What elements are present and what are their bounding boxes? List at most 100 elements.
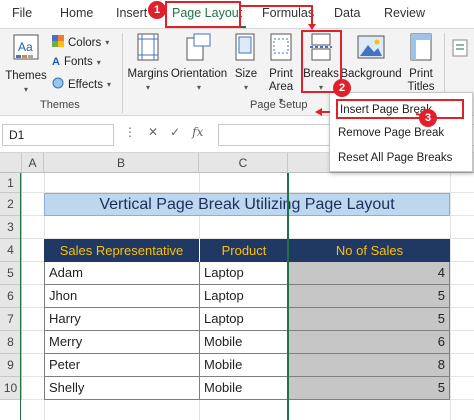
sales-rep-cell[interactable]: Peter [44,354,199,377]
reset-all-page-breaks-item[interactable]: Reset All Page Breaks [336,149,464,169]
background-button[interactable]: Background [340,33,402,81]
no-of-sales-cell[interactable]: 5 [288,377,450,400]
chevron-down-icon: ▾ [23,85,28,94]
colors-label: Colors [68,36,102,49]
product-cell[interactable]: Mobile [199,377,288,400]
orientation-label: Orientation [170,68,228,80]
print-titles-button[interactable]: Print Titles [402,33,440,94]
tab-insert[interactable]: Insert [116,6,147,20]
product-cell[interactable]: Laptop [199,285,288,308]
worksheet-grid: A B C D 12345678910 Vertical Page Break … [0,153,474,420]
formula-bar-icons: ⋮ ✕ ✓ fx [124,125,203,139]
tab-formulas[interactable]: Formulas [262,6,314,20]
colors-icon [52,35,64,50]
size-label: Size [234,68,258,80]
tab-data[interactable]: Data [334,6,360,20]
sales-rep-cell[interactable]: Adam [44,262,199,285]
themes-button[interactable]: Aa Themes ▾ [4,33,48,96]
chevron-down-icon: ▾ [96,57,101,67]
page-break-line [287,173,289,420]
chevron-down-icon: ▾ [145,83,150,92]
sales-rep-cell[interactable]: Shelly [44,377,199,400]
no-of-sales-cell[interactable]: 5 [288,285,450,308]
margins-label: Margins [127,68,169,80]
size-icon [230,33,262,65]
print-area-label: Print Area [268,68,294,93]
background-label: Background [340,68,402,80]
more-options-icon[interactable]: ⋮ [124,125,136,139]
tab-home[interactable]: Home [60,6,93,20]
effects-label: Effects [68,78,103,91]
column-header-b[interactable]: B [44,153,199,173]
format-icon[interactable] [452,39,468,60]
orientation-button[interactable]: Orientation ▾ [170,33,228,94]
callout-badge-3: 3 [419,109,437,127]
chevron-down-icon: ▾ [105,38,110,47]
fonts-label: Fonts [63,56,93,68]
page-layout-highlight [165,1,241,28]
row-header[interactable]: 7 [0,308,22,331]
row-header[interactable]: 10 [0,377,22,400]
svg-text:Aa: Aa [18,40,33,54]
no-of-sales-cell[interactable]: 6 [288,331,450,354]
tab-file[interactable]: File [12,6,32,20]
row-header[interactable]: 5 [0,262,22,285]
effects-icon [52,77,64,92]
no-of-sales-cell[interactable]: 5 [288,308,450,331]
breaks-menu: Insert Page Break Remove Page Break Rese… [329,92,473,172]
print-titles-icon [402,33,440,65]
insert-page-break-item[interactable]: Insert Page Break [336,99,464,119]
product-cell[interactable]: Laptop [199,262,288,285]
fonts-button[interactable]: A Fonts ▾ [52,56,101,68]
themes-label: Themes [5,70,47,82]
page-boundary-line [20,173,21,420]
margins-button[interactable]: Margins ▾ [126,33,170,94]
sales-rep-cell[interactable]: Merry [44,331,199,354]
row-header[interactable]: 9 [0,354,22,377]
row-header[interactable]: 1 [0,173,22,193]
row-header[interactable]: 4 [0,239,22,262]
tab-review[interactable]: Review [384,6,425,20]
column-header-a[interactable]: A [22,153,44,173]
callout-badge-1: 1 [148,1,166,19]
colors-button[interactable]: Colors ▾ [52,35,109,50]
callout-badge-2: 2 [333,79,351,97]
cancel-icon[interactable]: ✕ [148,125,158,139]
print-titles-label: Print Titles [407,68,435,93]
row-header[interactable]: 2 [0,193,22,216]
orientation-icon [170,33,228,65]
enter-icon[interactable]: ✓ [170,125,180,139]
name-box[interactable]: D1 [2,124,114,146]
product-cell[interactable]: Laptop [199,308,288,331]
page-setup-group-label: Page Setup [250,99,308,111]
print-area-button[interactable]: Print Area ▾ [262,33,300,107]
insert-function-icon[interactable]: fx [192,125,203,139]
chevron-down-icon: ▾ [106,80,111,89]
chevron-down-icon: ▾ [243,83,248,92]
sales-rep-cell[interactable]: Harry [44,308,199,331]
print-area-icon [262,33,300,65]
themes-icon: Aa [4,33,48,67]
row-header[interactable]: 8 [0,331,22,354]
row-header[interactable]: 3 [0,216,22,239]
header-product[interactable]: Product [199,239,288,262]
row-header[interactable]: 6 [0,285,22,308]
remove-page-break-item[interactable]: Remove Page Break [336,124,464,144]
header-sales-representative[interactable]: Sales Representative [44,239,199,262]
margins-icon [126,33,170,65]
gridline [450,173,451,420]
sheet-title[interactable]: Vertical Page Break Utilizing Page Layou… [44,193,450,216]
sales-rep-cell[interactable]: Jhon [44,285,199,308]
group-divider [122,33,123,113]
chevron-down-icon: ▾ [196,83,201,92]
column-header-c[interactable]: C [199,153,288,173]
no-of-sales-cell[interactable]: 8 [288,354,450,377]
effects-button[interactable]: Effects ▾ [52,77,111,92]
header-no-of-sales[interactable]: No of Sales [288,239,450,262]
product-cell[interactable]: Mobile [199,331,288,354]
background-icon [340,33,402,65]
no-of-sales-cell[interactable]: 4 [288,262,450,285]
size-button[interactable]: Size ▾ [230,33,262,94]
select-all-corner[interactable] [0,153,22,173]
product-cell[interactable]: Mobile [199,354,288,377]
